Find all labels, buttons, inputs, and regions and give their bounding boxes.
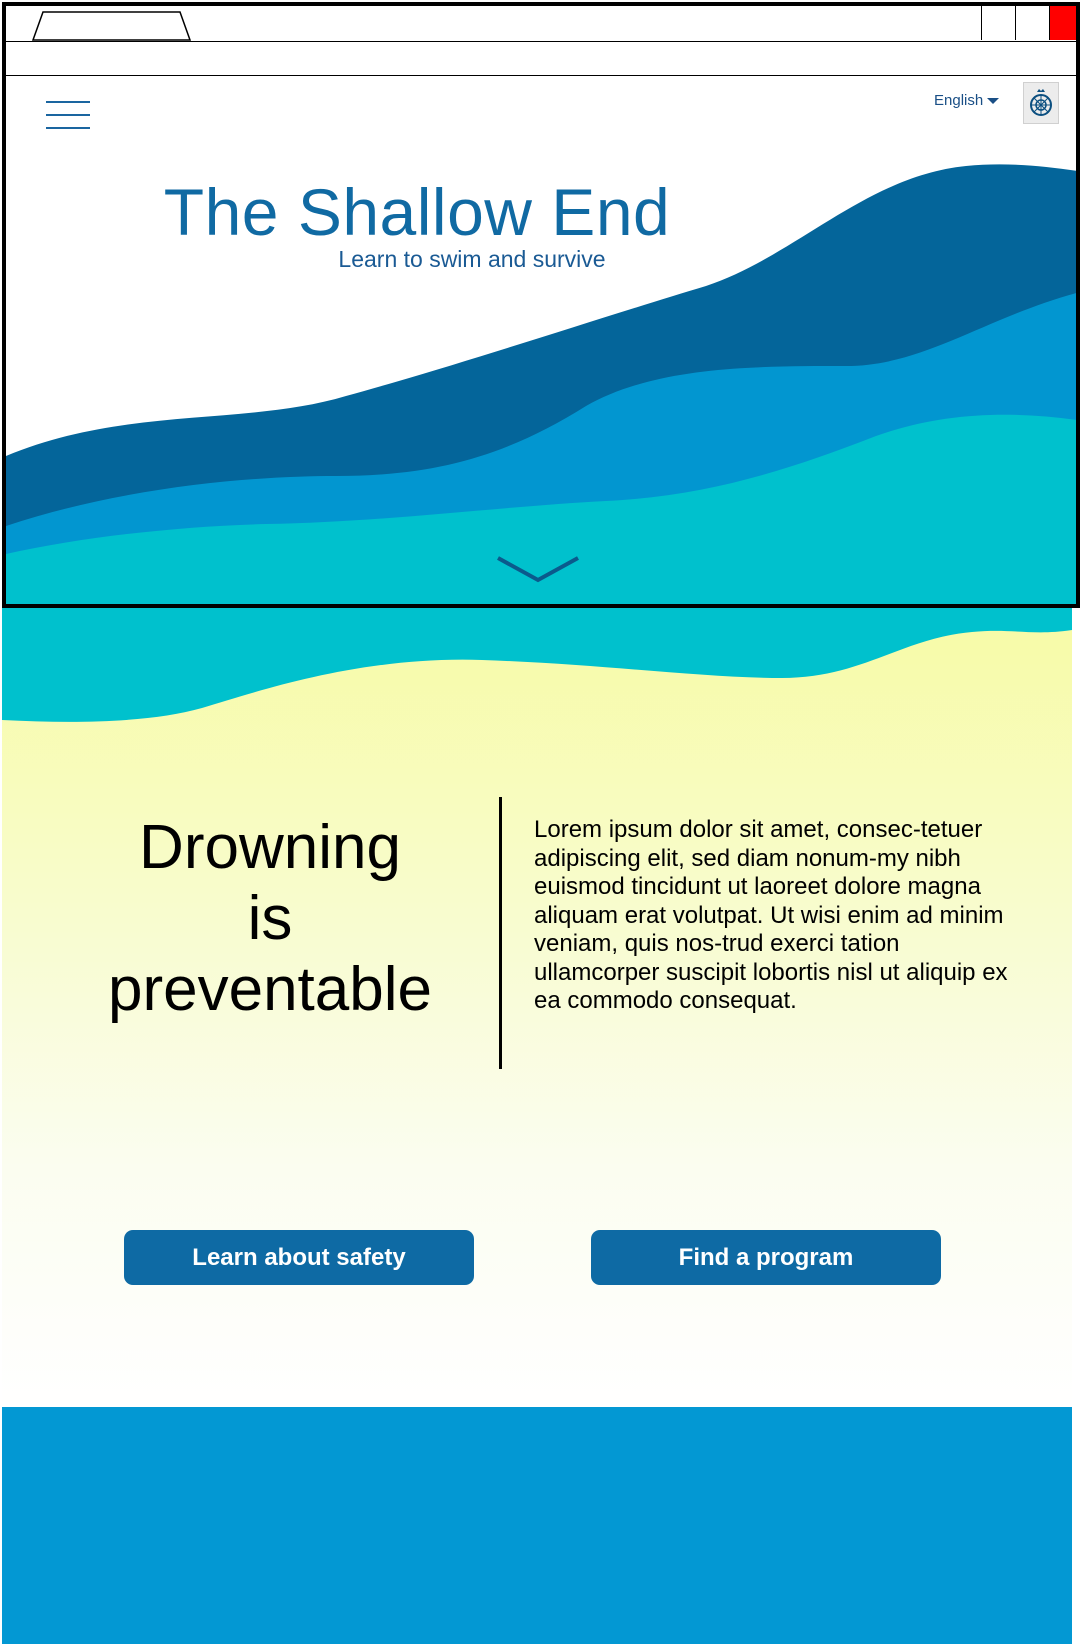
- headline-line-1: Drowning: [139, 813, 401, 882]
- headline-line-3: preventable: [107, 955, 433, 1024]
- language-label: English: [934, 92, 984, 109]
- tab-bar: [6, 6, 1076, 42]
- find-a-program-button[interactable]: Find a program: [591, 1230, 941, 1285]
- maximize-button[interactable]: [1015, 6, 1049, 40]
- page-subtitle: Learn to swim and survive: [338, 246, 606, 272]
- headline-line-2: is: [247, 884, 293, 953]
- language-selector[interactable]: English: [934, 92, 1000, 109]
- minimize-button[interactable]: [981, 6, 1015, 40]
- hero-waves: [6, 164, 1076, 604]
- address-bar[interactable]: [6, 42, 1076, 76]
- hamburger-menu-icon[interactable]: [46, 101, 90, 135]
- caret-down-icon: [987, 97, 1000, 104]
- footer-block: [2, 1407, 1072, 1644]
- browser-tab[interactable]: [32, 11, 192, 41]
- intro-headline: Drowning is preventable: [60, 812, 480, 1025]
- browser-window: English The Shallow End Learn to swim an…: [2, 2, 1080, 608]
- crest-emblem-icon[interactable]: [1023, 82, 1059, 124]
- turquoise-wave-band: [2, 608, 1072, 722]
- vertical-divider: [499, 797, 502, 1069]
- learn-about-safety-button[interactable]: Learn about safety: [124, 1230, 474, 1285]
- close-button[interactable]: [1049, 6, 1076, 40]
- intro-body-text: Lorem ipsum dolor sit amet, consec-tetue…: [534, 816, 1008, 1014]
- page-title: The Shallow End: [163, 175, 671, 249]
- chevron-down-icon[interactable]: [496, 554, 580, 584]
